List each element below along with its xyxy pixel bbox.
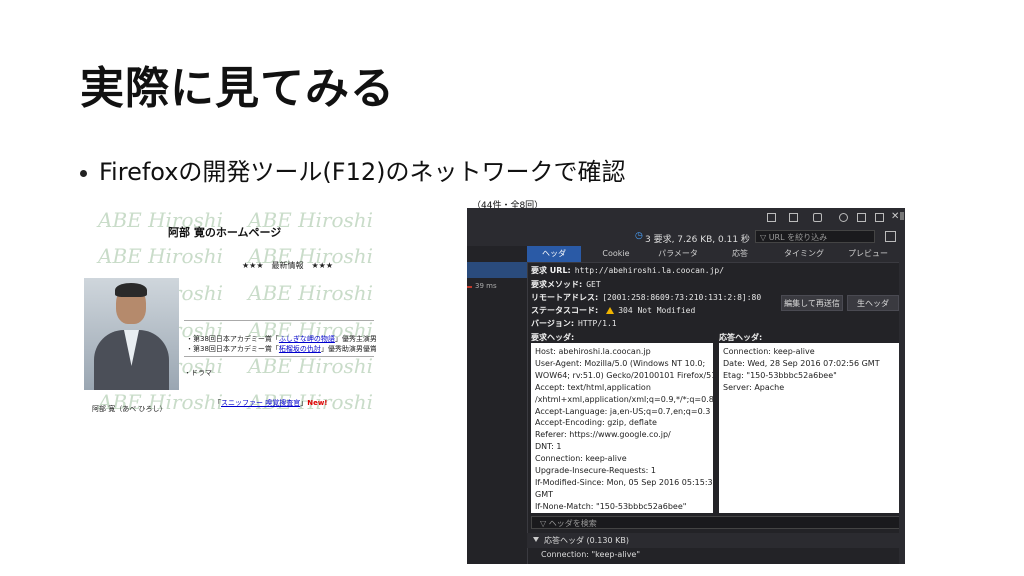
request-url-row: 要求 URL: http://abehiroshi.la.coocan.jp/ (531, 266, 725, 275)
request-headers-label: 要求ヘッダ: (531, 333, 575, 342)
tab-params[interactable]: パラメータ (651, 246, 705, 262)
request-stats: 3 要求, 7.26 KB, 0.11 秒 (645, 235, 750, 245)
devtools-panel: ✕ ◷ 3 要求, 7.26 KB, 0.11 秒 ▽ URL を絞り込み 39… (467, 208, 905, 564)
profile-photo (84, 278, 179, 390)
undock-icon[interactable] (875, 213, 884, 222)
header-line: Server: Apache (723, 382, 785, 392)
responsive-icon[interactable] (813, 213, 822, 222)
header-line: Connection: keep-alive (535, 454, 627, 464)
header-line: WOW64; rv:51.0) Gecko/20100101 Firefox/5… (535, 370, 713, 380)
edit-resend-button[interactable]: 編集して再送信 (781, 295, 843, 311)
devtools-toolbar: ✕ (467, 208, 905, 229)
response-connection-line: Connection: "keep-alive" (541, 550, 641, 559)
settings-icon[interactable] (839, 213, 848, 222)
award-item: ・第38回日本アカデミー賞「柘榴坂の仇討」優秀助演男優賞 受賞 (186, 345, 376, 353)
timing-bar (467, 286, 472, 288)
award-item: ・第38回日本アカデミー賞「ふしぎな岬の物語」優秀主演男優賞 受賞 (186, 335, 376, 343)
tab-headers[interactable]: ヘッダ (527, 246, 581, 262)
raw-headers-button[interactable]: 生ヘッダ (847, 295, 899, 311)
response-headers-label: 応答ヘッダ: (719, 333, 763, 342)
slide-title: 実際に見てみる (80, 63, 395, 114)
watermark-text: ABE Hiroshi (248, 354, 374, 378)
header-line: Accept-Language: ja,en-US;q=0.7,en;q=0.3 (535, 406, 711, 416)
header-line: If-None-Match: "150-53bbbc52a6bee" (535, 501, 687, 511)
bullet-item: Firefoxの開発ツール(F12)のネットワークで確認 (80, 152, 626, 187)
response-headers-section[interactable]: 応答ヘッダ (0.130 KB) (527, 533, 905, 548)
drama-item: 「スニッファー 嗅覚捜査官」New! (214, 399, 328, 407)
header-line: Date: Wed, 28 Sep 2016 07:02:56 GMT (723, 358, 880, 368)
watermark-text: ABE Hiroshi (248, 281, 374, 305)
url-filter-input[interactable]: ▽ URL を絞り込み (755, 230, 875, 243)
header-line: DNT: 1 (535, 442, 562, 452)
tab-timings[interactable]: タイミング (777, 246, 831, 262)
header-line: Etag: "150-53bbbc52a6bee" (723, 370, 837, 380)
bullet-text: Firefoxの開発ツール(F12)のネットワークで確認 (99, 158, 626, 186)
request-time: 39 ms (475, 282, 497, 290)
chevron-down-icon (533, 537, 539, 542)
divider (184, 320, 374, 321)
request-list: 39 ms (467, 246, 528, 564)
divider (184, 356, 374, 357)
selected-request-row[interactable] (467, 262, 527, 278)
scrollbar-thumb[interactable] (900, 212, 904, 220)
header-line: Host: abehiroshi.la.coocan.jp (535, 347, 651, 356)
header-line: Connection: keep-alive (723, 347, 815, 356)
header-line: /xhtml+xml,application/xml;q=0.9,*/*;q=0… (535, 394, 713, 404)
award-link[interactable]: ふしぎな岬の物語 (279, 335, 335, 343)
header-line: If-Modified-Since: Mon, 05 Sep 2016 05:1… (535, 477, 713, 487)
homepage-screenshot: ABE Hiroshi ABE Hiroshi ABE Hiroshi ABE … (84, 208, 376, 414)
homepage-title: 阿部 寛のホームページ (168, 226, 282, 239)
header-search-input[interactable]: ▽ ヘッダを検索 (531, 516, 901, 529)
frame-icon[interactable] (857, 213, 866, 222)
drama-heading: ・ドラマ (184, 369, 212, 377)
header-line: Referer: https://www.google.co.jp/ (535, 430, 671, 440)
filter-icon: ▽ (760, 233, 769, 242)
drama-link[interactable]: スニッファー 嗅覚捜査官 (221, 399, 300, 407)
filter-icon: ▽ (540, 519, 549, 528)
watermark-text: ABE Hiroshi (98, 244, 224, 268)
detail-tabs: ヘッダ Cookie パラメータ 応答 タイミング プレビュー (527, 246, 905, 263)
clock-icon: ◷ (635, 231, 643, 241)
version-row: バージョン: HTTP/1.1 (531, 319, 617, 328)
tab-cookie[interactable]: Cookie (589, 246, 643, 262)
header-line: Upgrade-Insecure-Requests: 1 (535, 466, 656, 476)
header-line: Accept-Encoding: gzip, deflate (535, 418, 657, 428)
header-line: User-Agent: Mozilla/5.0 (Windows NT 10.0… (535, 358, 706, 368)
response-headers-box[interactable]: Connection: keep-alive Date: Wed, 28 Sep… (719, 343, 901, 513)
tab-preview[interactable]: プレビュー (841, 246, 895, 262)
request-method-row: 要求メソッド: GET (531, 280, 601, 289)
status-code-row: ステータスコード: 304 Not Modified (531, 306, 696, 315)
split-console-icon[interactable] (789, 213, 798, 222)
tab-response[interactable]: 応答 (713, 246, 767, 262)
dock-icon[interactable] (767, 213, 776, 222)
bullet-dot (80, 169, 87, 177)
header-line: GMT (535, 489, 553, 499)
devtools-stats-bar: ◷ 3 要求, 7.26 KB, 0.11 秒 ▽ URL を絞り込み (467, 228, 905, 247)
new-badge: New! (307, 399, 328, 407)
homepage-name: 阿部 寛（あべ ひろし） (92, 405, 167, 413)
sidebar-toggle-icon[interactable] (885, 231, 896, 242)
award-link[interactable]: 柘榴坂の仇討 (279, 345, 321, 353)
remote-address-row: リモートアドレス: [2001:258:8609:73:210:131:2:8]:… (531, 293, 762, 302)
scrollbar[interactable] (899, 208, 905, 564)
request-headers-box[interactable]: Host: abehiroshi.la.coocan.jp User-Agent… (531, 343, 713, 513)
header-line: Accept: text/html,application (535, 382, 651, 392)
warning-icon (606, 307, 615, 314)
homepage-latest-news: ★★★ 最新情報 ★★★ (242, 261, 334, 270)
